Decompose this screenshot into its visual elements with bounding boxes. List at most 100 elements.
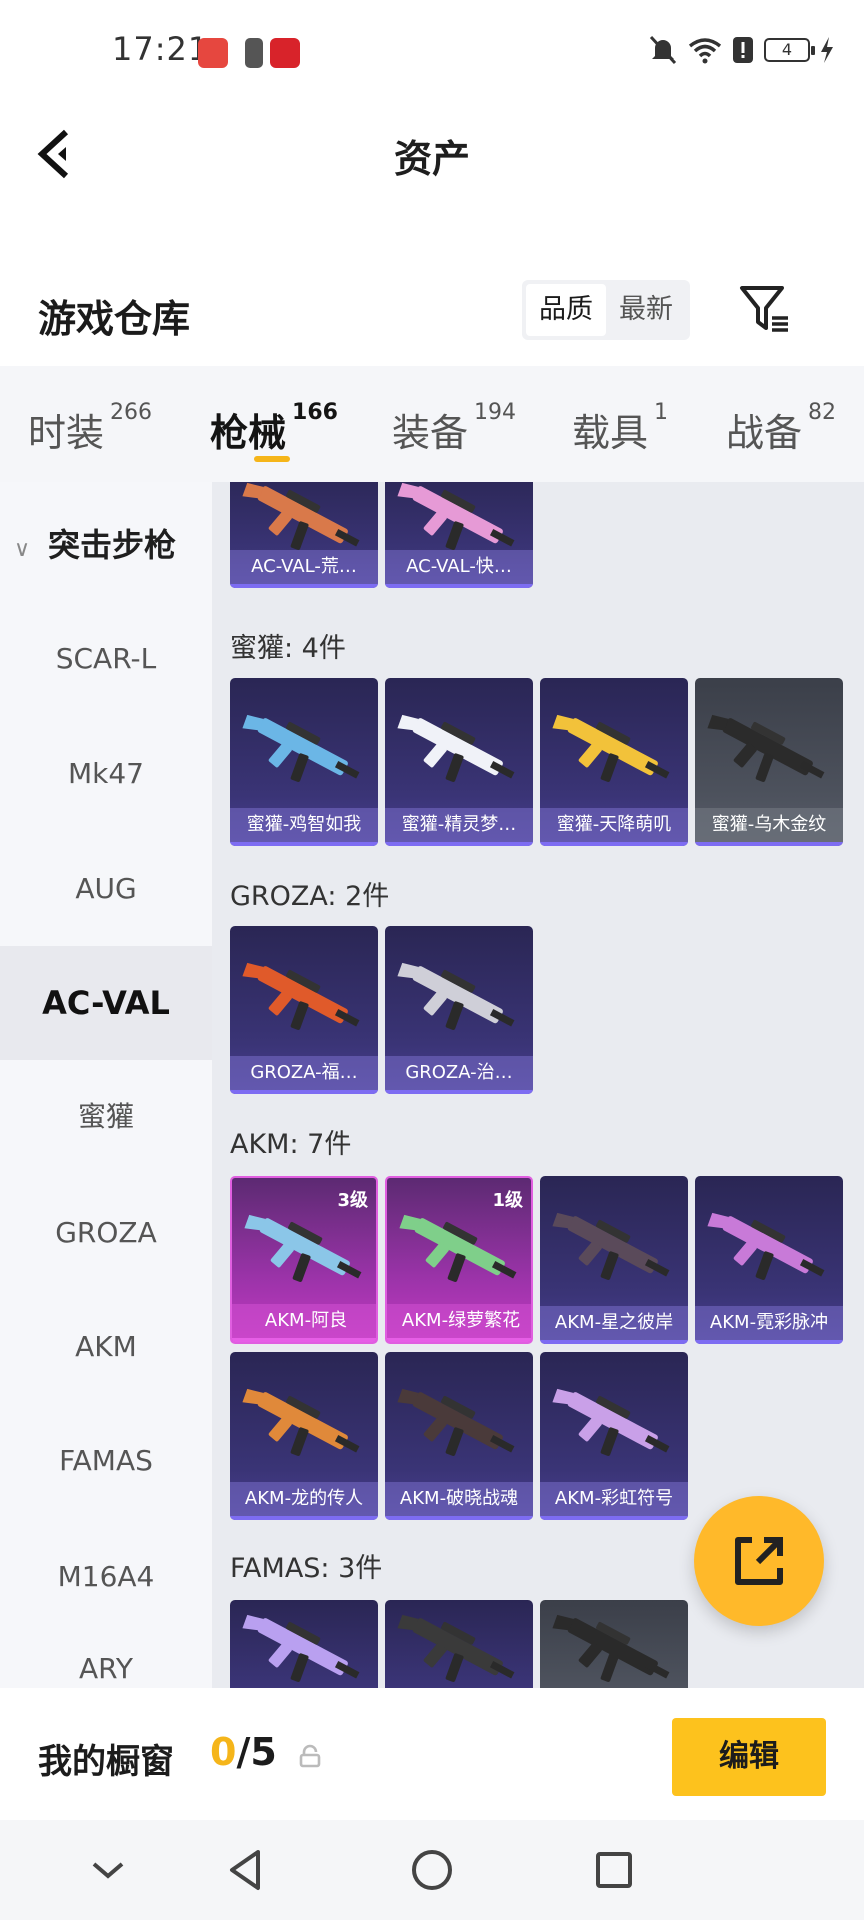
weapon-skin-card[interactable]: AKM-破晓战魂 — [385, 1352, 533, 1520]
weapon-skin-card[interactable]: GROZA-治… — [385, 926, 533, 1094]
share-external-button[interactable] — [694, 1496, 824, 1626]
tab-count: 1 — [654, 400, 669, 425]
rifle-icon — [397, 1388, 515, 1456]
sidebar-item-groza[interactable]: GROZA — [0, 1176, 212, 1290]
sidebar-category-label: 突击步枪 — [48, 526, 177, 564]
sort-toggle: 品质 最新 — [522, 280, 690, 340]
group-label-honey-badger: 蜜獾: 4件 — [230, 633, 346, 664]
rifle-icon — [397, 714, 515, 782]
sort-newest-button[interactable]: 最新 — [606, 284, 686, 336]
weapon-skin-card[interactable]: GROZA-福… — [230, 926, 378, 1094]
tab-label: 装备 — [392, 411, 469, 455]
weapon-skin-card[interactable]: 蜜獾-乌木金纹 — [695, 678, 843, 846]
sidebar-item-famas[interactable]: FAMAS — [0, 1404, 212, 1518]
warehouse-title: 游戏仓库 — [38, 297, 191, 341]
showcase-count-current: 0 — [210, 1730, 237, 1774]
sidebar-item-ac-val[interactable]: AC-VAL — [0, 946, 212, 1060]
weapon-skin-name: 蜜獾-鸡智如我 — [230, 808, 378, 842]
tab-label: 载具 — [572, 411, 649, 455]
level-badge: 3级 — [337, 1190, 368, 1211]
weapon-skin-name: 蜜獾-天降萌叽 — [540, 808, 688, 842]
top-app-bar: 资产 — [0, 104, 864, 204]
battery-app-icon — [245, 38, 263, 68]
weapon-skin-name: AKM-绿萝繁花 — [387, 1304, 531, 1338]
recents-square-icon[interactable] — [586, 1842, 642, 1898]
weapon-skin-card[interactable]: AC-VAL-快… — [385, 482, 533, 588]
group-label-groza: GROZA: 2件 — [230, 881, 390, 912]
showcase-count-total: /5 — [236, 1730, 277, 1774]
weapon-skin-card[interactable]: AKM-星之彼岸 — [540, 1176, 688, 1344]
tab-supplies[interactable]: 战备 82 — [726, 400, 836, 457]
sidebar-item-ary[interactable]: ARY — [0, 1612, 212, 1688]
card-rarity-underline — [385, 1516, 533, 1520]
weapon-skin-card[interactable]: AKM-霓彩脉冲 — [695, 1176, 843, 1344]
sidebar-item-scar-l[interactable]: SCAR-L — [0, 602, 212, 716]
back-triangle-icon[interactable] — [218, 1842, 274, 1898]
battery-icon: 4 — [764, 38, 815, 62]
status-icons: 4 — [648, 34, 834, 66]
tab-fashion[interactable]: 时装 266 — [28, 400, 153, 457]
weapon-skin-card[interactable]: 3级 AKM-阿良 — [230, 1176, 378, 1344]
rifle-icon — [242, 1614, 360, 1682]
chevron-down-icon: ∨ — [14, 537, 31, 562]
weapon-skin-card[interactable] — [230, 1600, 378, 1688]
rifle-icon — [242, 1388, 360, 1456]
card-rarity-underline — [230, 584, 378, 588]
heart-app-icon — [270, 38, 300, 68]
weapon-skin-card[interactable]: AC-VAL-荒… — [230, 482, 378, 588]
tab-firearms[interactable]: 枪械 166 — [210, 400, 338, 457]
sidebar-item-mk47[interactable]: Mk47 — [0, 717, 212, 831]
sidebar-item-akm[interactable]: AKM — [0, 1290, 212, 1404]
level-badge: 1级 — [492, 1190, 523, 1211]
weapon-skin-card[interactable]: 1级 AKM-绿萝繁花 — [385, 1176, 533, 1344]
rifle-icon — [552, 1388, 670, 1456]
tab-equipment[interactable]: 装备 194 — [392, 400, 516, 457]
tab-count: 266 — [110, 400, 153, 425]
rifle-icon — [242, 962, 360, 1030]
weapon-skin-card[interactable]: 蜜獾-天降萌叽 — [540, 678, 688, 846]
weapon-skin-name: 蜜獾-乌木金纹 — [695, 808, 843, 842]
rifle-icon — [552, 1614, 670, 1682]
sidebar-item-aug[interactable]: AUG — [0, 832, 212, 946]
charging-icon — [821, 37, 833, 63]
weapon-skin-card[interactable]: 蜜獾-精灵梦… — [385, 678, 533, 846]
weapon-skin-name: AKM-星之彼岸 — [540, 1306, 688, 1340]
rifle-icon — [397, 962, 515, 1030]
card-rarity-underline — [385, 842, 533, 846]
huawei-app-icon — [198, 38, 228, 68]
weapon-skin-card[interactable] — [385, 1600, 533, 1688]
group-label-akm: AKM: 7件 — [230, 1129, 352, 1160]
rifle-icon — [707, 1212, 825, 1280]
sidebar-category[interactable]: ∨ 突击步枪 — [14, 520, 176, 566]
filter-icon[interactable] — [738, 282, 792, 336]
card-rarity-underline — [387, 1338, 531, 1342]
rifle-icon — [552, 1212, 670, 1280]
weapon-skin-card[interactable] — [540, 1600, 688, 1688]
system-nav-bar — [0, 1820, 864, 1920]
weapon-skin-card[interactable]: AKM-龙的传人 — [230, 1352, 378, 1520]
showcase-title: 我的橱窗 — [38, 1742, 174, 1782]
card-rarity-underline — [540, 1516, 688, 1520]
group-label-famas: FAMAS: 3件 — [230, 1553, 383, 1584]
edit-button[interactable]: 编辑 — [672, 1718, 826, 1796]
home-circle-icon[interactable] — [404, 1842, 460, 1898]
alert-icon — [733, 37, 753, 63]
weapon-skin-card[interactable]: AKM-彩虹符号 — [540, 1352, 688, 1520]
showcase-bar: 我的橱窗 0/5 编辑 — [0, 1688, 864, 1820]
tab-vehicles[interactable]: 载具 1 — [572, 400, 669, 457]
card-rarity-underline — [230, 1090, 378, 1094]
weapon-skin-name: AKM-彩虹符号 — [540, 1482, 688, 1516]
collapse-chevron-icon[interactable] — [80, 1842, 136, 1898]
rifle-icon — [552, 714, 670, 782]
sidebar-item-honey-badger[interactable]: 蜜獾 — [0, 1060, 212, 1174]
status-time: 17:21 — [112, 30, 210, 68]
rifle-icon — [242, 714, 360, 782]
sort-quality-button[interactable]: 品质 — [526, 284, 606, 336]
mute-bell-icon — [649, 35, 677, 65]
weapon-skin-name: AC-VAL-荒… — [230, 550, 378, 584]
active-tab-indicator — [254, 456, 290, 462]
weapon-skin-card[interactable]: 蜜獾-鸡智如我 — [230, 678, 378, 846]
card-rarity-underline — [540, 1340, 688, 1344]
tab-count: 166 — [292, 400, 338, 425]
warehouse-header: 游戏仓库 品质 最新 — [0, 260, 864, 360]
